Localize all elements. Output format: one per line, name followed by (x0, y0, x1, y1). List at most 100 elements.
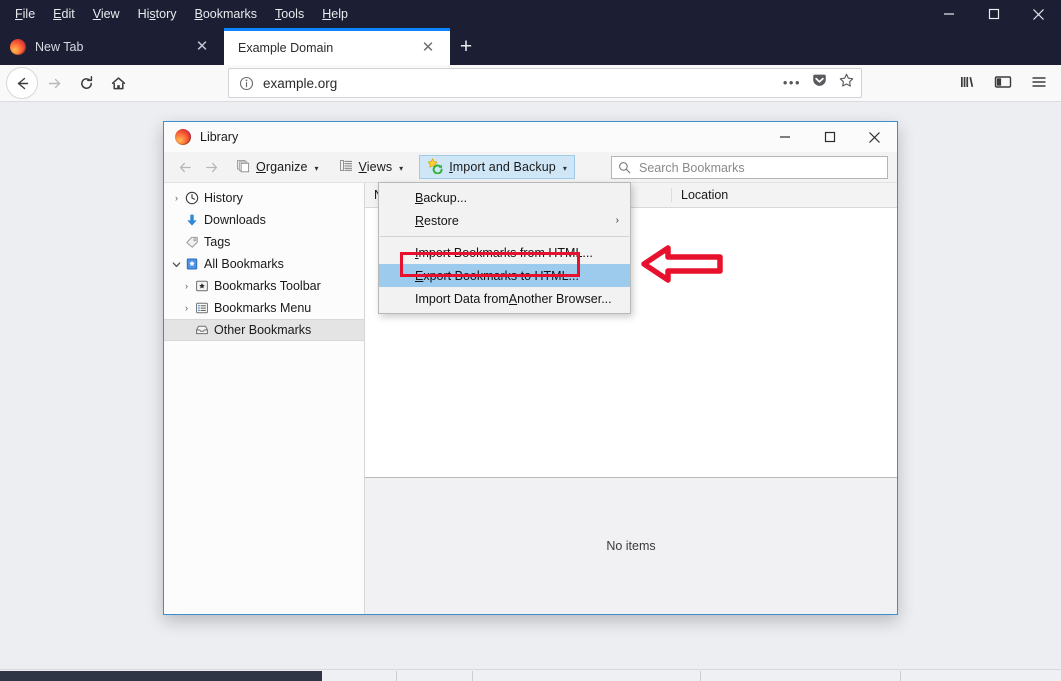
bookmarks-book-icon (183, 257, 200, 271)
url-bar[interactable]: example.org ••• (228, 68, 862, 98)
tray-icon (193, 323, 210, 337)
chevron-down-icon: ▾ (399, 163, 404, 173)
forward-arrow-icon[interactable] (38, 67, 70, 99)
urlbar-actions: ••• (783, 69, 855, 97)
organize-button[interactable]: Organize ▾ (228, 155, 327, 179)
search-icon (618, 161, 631, 174)
import-and-backup-label: Import and Backup (449, 160, 556, 174)
browser-tab-new-tab[interactable]: New Tab ✕ (0, 28, 224, 65)
views-button[interactable]: Views ▾ (331, 155, 412, 179)
menubar-item-tools[interactable]: Tools (266, 0, 313, 28)
twisty-icon[interactable] (170, 260, 183, 269)
library-titlebar: Library (164, 122, 897, 152)
column-header-location[interactable]: Location (672, 188, 728, 202)
menu-separator (380, 236, 629, 237)
sidebar-item-label: Bookmarks Menu (214, 301, 312, 315)
tab-title: Example Domain (238, 41, 334, 55)
twisty-icon[interactable]: › (180, 303, 193, 313)
browser-window-controls (926, 0, 1061, 28)
new-tab-button[interactable]: + (456, 36, 476, 57)
pocket-icon[interactable] (811, 72, 828, 94)
search-bookmarks-field[interactable] (611, 156, 888, 179)
twisty-icon[interactable]: › (180, 281, 193, 291)
browser-close-button[interactable] (1016, 0, 1061, 28)
sidebar-item-tags[interactable]: Tags (164, 231, 364, 253)
tab-close-icon[interactable]: ✕ (420, 40, 436, 56)
library-window-title: Library (200, 130, 239, 144)
menubar-item-edit[interactable]: Edit (44, 0, 84, 28)
chevron-right-icon: › (615, 215, 619, 226)
browser-minimize-button[interactable] (926, 0, 971, 28)
library-close-button[interactable] (852, 122, 897, 152)
firefox-logo-icon (175, 129, 191, 145)
import-and-backup-dropdown-menu: Backup... Restore › Import Bookmarks fro… (378, 182, 631, 314)
home-icon[interactable] (102, 67, 134, 99)
menubar-item-help[interactable]: Help (313, 0, 357, 28)
url-text: example.org (263, 75, 338, 91)
import-and-backup-button[interactable]: Import and Backup ▾ (419, 155, 575, 179)
scrollbar-thumb[interactable] (0, 671, 322, 681)
menubar-item-bookmarks[interactable]: Bookmarks (186, 0, 267, 28)
browser-tabstrip: New Tab ✕ Example Domain ✕ + (0, 28, 1061, 65)
library-maximize-button[interactable] (807, 122, 852, 152)
clock-icon (183, 191, 200, 205)
sidebar-item-other-bookmarks[interactable]: Other Bookmarks (164, 319, 364, 341)
library-minimize-button[interactable] (762, 122, 807, 152)
library-back-button[interactable] (172, 155, 198, 179)
menu-item-restore[interactable]: Restore › (379, 209, 630, 232)
menu-item-backup[interactable]: Backup... (379, 186, 630, 209)
sidebar-item-label: Other Bookmarks (214, 323, 312, 337)
sidebar-item-all-bookmarks[interactable]: All Bookmarks (164, 253, 364, 275)
menubar-item-view[interactable]: View (84, 0, 129, 28)
browser-maximize-button[interactable] (971, 0, 1016, 28)
library-window-controls (762, 122, 897, 152)
chevron-down-icon: ▾ (562, 163, 567, 173)
sidebar-item-history[interactable]: › History (164, 187, 364, 209)
search-input[interactable] (637, 159, 866, 176)
back-arrow-icon[interactable] (6, 67, 38, 99)
library-sidebar-tree: › History Downloads Tags All Bookmarks ›… (164, 183, 365, 614)
menu-item-import-data-from-another-browser[interactable]: Import Data from Another Browser... (379, 287, 630, 310)
toolbar-star-icon (193, 279, 210, 293)
sidebar-item-bookmarks-menu[interactable]: › Bookmarks Menu (164, 297, 364, 319)
tab-title: New Tab (35, 39, 84, 54)
browser-navigation-toolbar: example.org ••• (0, 65, 1061, 102)
chevron-down-icon: ▾ (314, 163, 319, 173)
views-list-icon (339, 158, 354, 176)
menubar-item-history[interactable]: History (129, 0, 186, 28)
star-icon[interactable] (838, 72, 855, 94)
views-label: Views (358, 160, 393, 174)
library-books-icon[interactable] (951, 67, 983, 97)
twisty-icon[interactable]: › (170, 193, 183, 203)
tab-close-icon[interactable]: ✕ (194, 38, 210, 55)
sidebar-item-downloads[interactable]: Downloads (164, 209, 364, 231)
sidebar-item-label: Downloads (204, 213, 266, 227)
horizontal-scrollbar[interactable] (0, 669, 1061, 681)
sidebar-item-label: Tags (204, 235, 231, 249)
browser-tab-example-domain[interactable]: Example Domain ✕ (224, 28, 450, 65)
menu-list-icon (193, 301, 210, 315)
sidebar-panel-icon[interactable] (987, 67, 1019, 97)
annotation-left-arrow-icon (641, 244, 723, 284)
download-arrow-icon (183, 213, 200, 227)
import-backup-icon (427, 157, 444, 177)
hamburger-menu-icon[interactable] (1023, 67, 1055, 97)
item-details-pane: No items (365, 478, 897, 614)
library-forward-button[interactable] (198, 155, 224, 179)
sidebar-item-bookmarks-toolbar[interactable]: › Bookmarks Toolbar (164, 275, 364, 297)
menubar-item-file[interactable]: File (6, 0, 44, 28)
info-circle-icon[interactable] (239, 76, 254, 91)
ellipsis-icon[interactable]: ••• (783, 76, 801, 89)
tag-icon (183, 235, 200, 249)
library-toolbar: Organize ▾ Views ▾ Import and Backup ▾ S… (164, 152, 897, 183)
sidebar-item-label: All Bookmarks (204, 257, 284, 271)
sidebar-item-label: Bookmarks Toolbar (214, 279, 321, 293)
empty-state-label: No items (606, 539, 656, 553)
annotation-highlight-rectangle (400, 252, 580, 277)
organize-label: Organize (256, 160, 308, 174)
browser-menubar: File Edit View History Bookmarks Tools H… (0, 0, 1061, 28)
firefox-logo-icon (10, 38, 26, 55)
organize-pages-icon (236, 158, 251, 176)
sidebar-item-label: History (204, 191, 243, 205)
reload-icon[interactable] (70, 67, 102, 99)
